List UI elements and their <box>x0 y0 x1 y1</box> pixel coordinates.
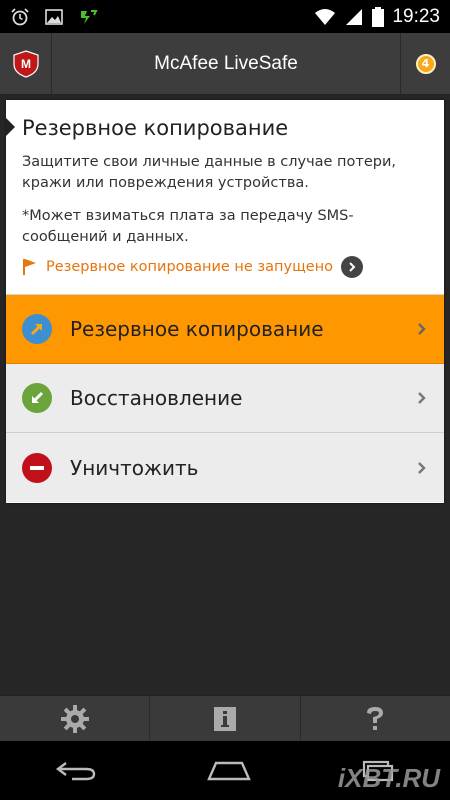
minus-circle-icon <box>22 452 52 483</box>
arrow-up-right-icon <box>22 314 52 344</box>
settings-button[interactable] <box>0 696 151 741</box>
menu-item-label: Резервное копирование <box>70 317 324 341</box>
flag-icon <box>23 259 36 275</box>
app-logo-button[interactable]: M <box>0 32 52 95</box>
help-icon <box>367 706 384 730</box>
card-header: Резервное копирование Защитите свои личн… <box>6 100 444 295</box>
backup-status-text: Резервное копирование не запущено <box>46 259 333 275</box>
arrow-down-left-icon <box>22 383 52 413</box>
watermark-logo: iXBT.RU <box>337 763 440 793</box>
home-icon[interactable] <box>206 759 252 783</box>
charge-icon <box>81 9 98 24</box>
alarm-icon <box>11 7 29 25</box>
menu-item-wipe[interactable]: Уничтожить <box>6 433 444 502</box>
backup-card: Резервное копирование Защитите свои личн… <box>6 100 444 503</box>
notifications-button[interactable]: 4 <box>400 32 450 95</box>
info-icon <box>213 706 236 731</box>
status-time: 19:23 <box>392 5 440 27</box>
card-note: *Может взиматься плата за передачу SMS-с… <box>22 208 354 245</box>
signal-icon <box>346 8 363 25</box>
menu-item-label: Восстановление <box>70 386 243 410</box>
chevron-right-icon <box>418 323 426 335</box>
svg-text:M: M <box>21 57 31 71</box>
app-title: McAfee LiveSafe <box>154 52 298 74</box>
status-bar: 19:23 <box>0 0 450 33</box>
bottom-action-bar <box>0 695 450 741</box>
app-bar: M McAfee LiveSafe 4 <box>0 32 450 95</box>
card-description: Защитите свои личные данные в случае пот… <box>22 154 397 191</box>
chevron-right-icon <box>418 392 426 404</box>
chevron-right-icon <box>418 461 426 474</box>
menu-item-backup[interactable]: Резервное копирование <box>6 295 444 364</box>
menu-item-restore[interactable]: Восстановление <box>6 364 444 433</box>
gear-icon <box>60 704 89 733</box>
status-left-icons <box>10 7 98 27</box>
status-right-icons: 19:23 <box>314 6 440 28</box>
image-icon <box>45 8 63 25</box>
card-title: Резервное копирование <box>22 116 289 140</box>
backup-status-link[interactable]: Резервное копирование не запущено <box>22 256 430 278</box>
menu-item-label: Уничтожить <box>70 455 199 480</box>
info-button[interactable] <box>150 696 301 741</box>
back-icon[interactable] <box>54 759 98 783</box>
help-button[interactable] <box>301 696 450 741</box>
battery-icon <box>372 6 385 27</box>
wifi-icon <box>315 8 336 25</box>
notification-badge: 4 <box>415 53 436 74</box>
card-notch-icon <box>6 118 15 136</box>
chevron-right-icon <box>341 256 363 278</box>
mcafee-logo-icon: M <box>12 49 39 78</box>
